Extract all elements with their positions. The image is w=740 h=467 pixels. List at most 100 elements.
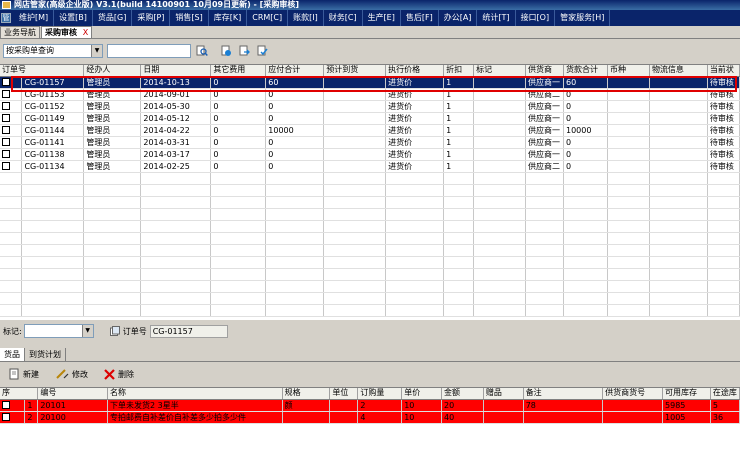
col-spec[interactable]: 规格 (282, 388, 331, 400)
col-unit[interactable]: 单位 (329, 388, 359, 400)
empty-cell (385, 208, 445, 221)
cell-price-type: 进货价 (385, 160, 445, 173)
col-seq[interactable]: 序 (0, 388, 39, 400)
col-discount[interactable]: 折扣 (443, 65, 475, 77)
row-checkbox[interactable] (2, 162, 10, 170)
row-checkbox[interactable] (2, 78, 10, 86)
row-checkbox[interactable] (2, 150, 10, 158)
menu-crm[interactable]: CRM[C] (247, 10, 289, 26)
menu-settings[interactable]: 设置[B] (54, 10, 93, 26)
tab-business-nav[interactable]: 业务导航 (0, 26, 40, 38)
col-order-no[interactable]: 订单号 (0, 65, 85, 77)
delete-button[interactable]: 删除 (104, 368, 134, 380)
mark-select[interactable]: ▼ (23, 324, 94, 338)
menu-sales[interactable]: 销售[S] (170, 10, 209, 26)
menu-service[interactable]: 管家服务[H] (555, 10, 611, 26)
col-name[interactable]: 名称 (107, 388, 283, 400)
print-icon[interactable] (219, 44, 233, 58)
row-checkbox[interactable] (2, 102, 10, 110)
cell-in-transit: 5 (710, 399, 740, 412)
tab-purchase-review[interactable]: 采购审核 X (41, 26, 93, 38)
chevron-down-icon[interactable]: ▼ (91, 45, 102, 57)
new-button[interactable]: 新建 (8, 368, 39, 380)
row-checkbox[interactable] (2, 413, 10, 421)
col-eta[interactable]: 预计到货 (323, 65, 387, 77)
col-status[interactable]: 当前状 (707, 65, 740, 77)
col-code[interactable]: 编号 (37, 388, 108, 400)
empty-cell (83, 256, 142, 269)
table-row[interactable]: CG-01134 管理员 2014-02-25 0 0 进货价 1 供应商二 0 待审核 (0, 160, 740, 173)
query-type-select[interactable]: 按采购单查询 ▼ (3, 44, 103, 58)
menu-inventory[interactable]: 库存[K] (209, 10, 248, 26)
row-checkbox[interactable] (2, 114, 10, 122)
col-payable[interactable]: 应付合计 (265, 65, 325, 77)
window-title: 网店管家(高级企业版) V3.1(build 14100901 10月09日更新… (14, 0, 299, 9)
cell-discount: 1 (443, 124, 475, 137)
edit-button[interactable]: 修改 (55, 368, 88, 380)
table-row[interactable]: CG-01149 管理员 2014-05-12 0 0 进货价 1 供应商一 0 待审核 (0, 112, 740, 125)
close-icon[interactable]: X (83, 28, 88, 37)
cell-discount: 1 (443, 148, 475, 161)
col-goods-total[interactable]: 货款合计 (563, 65, 608, 77)
table-row[interactable]: CG-01144 管理员 2014-04-22 0 10000 进货价 1 供应商一 10000… (0, 124, 740, 137)
table-row[interactable]: 1 20101 下单未发货2 3星半颜 2 10 20 78 5985 5 (0, 399, 740, 412)
tab-delivery-plan[interactable]: 到货计划 (25, 348, 66, 361)
menu-finance[interactable]: 财务[C] (324, 10, 363, 26)
col-supplier[interactable]: 供货商 (525, 65, 564, 77)
cell-eta (323, 100, 387, 113)
audit-icon[interactable] (255, 44, 269, 58)
tab-goods[interactable]: 货品 (0, 348, 25, 361)
menu-goods[interactable]: 货品[G] (93, 10, 133, 26)
col-amount[interactable]: 金额 (441, 388, 484, 400)
menu-production[interactable]: 生产[E] (363, 10, 401, 26)
col-remark[interactable]: 备注 (523, 388, 604, 400)
menu-statistics[interactable]: 统计[T] (477, 10, 516, 26)
row-checkbox[interactable] (2, 401, 10, 409)
col-price-type[interactable]: 执行价格 (385, 65, 445, 77)
col-qty[interactable]: 订购量 (357, 388, 403, 400)
col-gift[interactable]: 赠品 (483, 388, 524, 400)
goods-detail-table: 序 编号 名称 规格 单位 订购量 单价 金额 赠品 备注 供货商货号 可用库存… (0, 388, 740, 424)
table-row[interactable]: CG-01157 管理员 2014-10-13 0 60 进货价 1 供应商一 60 待审核 (0, 76, 740, 89)
col-handler[interactable]: 经办人 (83, 65, 142, 77)
col-other-fee[interactable]: 其它费用 (210, 65, 267, 77)
table-row[interactable]: CG-01138 管理员 2014-03-17 0 0 进货价 1 供应商一 0 待审核 (0, 148, 740, 161)
menu-after-sales[interactable]: 售后[F] (401, 10, 439, 26)
col-logistics[interactable]: 物流信息 (649, 65, 708, 77)
app-logo-icon: 管 (1, 13, 11, 23)
search-icon[interactable] (195, 44, 209, 58)
menu-interface[interactable]: 接口[O] (516, 10, 556, 26)
col-in-transit[interactable]: 在途库 (710, 388, 740, 400)
row-select-cell (0, 112, 23, 125)
empty-cell (323, 280, 387, 293)
empty-cell (607, 232, 650, 245)
row-select-cell (0, 100, 23, 113)
table-row[interactable]: CG-01153 管理员 2014-09-01 0 0 进货价 1 供应商二 0 待审核 (0, 88, 740, 101)
row-checkbox[interactable] (2, 138, 10, 146)
menu-purchase[interactable]: 采购[P] (132, 10, 171, 26)
col-supplier-code[interactable]: 供货商货号 (602, 388, 664, 400)
col-price[interactable]: 单价 (401, 388, 443, 400)
col-date[interactable]: 日期 (140, 65, 212, 77)
search-input[interactable] (107, 44, 191, 58)
table-row[interactable]: 2 20100 专拍邮费自补差价自补差多少拍多少件 4 10 40 1005 36 (0, 411, 740, 424)
empty-cell (649, 304, 708, 317)
cell-handler: 管理员 (83, 88, 142, 101)
row-checkbox[interactable] (2, 126, 10, 134)
chevron-down-icon[interactable]: ▼ (81, 325, 93, 337)
cell-supplier-code (602, 399, 664, 412)
export-icon[interactable] (237, 44, 251, 58)
col-currency[interactable]: 币种 (607, 65, 650, 77)
empty-cell (707, 184, 740, 197)
menu-office[interactable]: 办公[A] (439, 10, 478, 26)
menu-accounts[interactable]: 账款[I] (288, 10, 324, 26)
menu-maintain[interactable]: 维护[M] (14, 10, 55, 26)
col-mark[interactable]: 标记 (473, 65, 527, 77)
table-row[interactable]: CG-01141 管理员 2014-03-31 0 0 进货价 1 供应商一 0 待审核 (0, 136, 740, 149)
table-row[interactable]: CG-01152 管理员 2014-05-30 0 0 进货价 1 供应商一 0 待审核 (0, 100, 740, 113)
cell-supplier-code (602, 411, 664, 424)
col-available[interactable]: 可用库存 (662, 388, 711, 400)
row-checkbox[interactable] (2, 90, 10, 98)
empty-cell (473, 280, 527, 293)
empty-cell (473, 292, 527, 305)
